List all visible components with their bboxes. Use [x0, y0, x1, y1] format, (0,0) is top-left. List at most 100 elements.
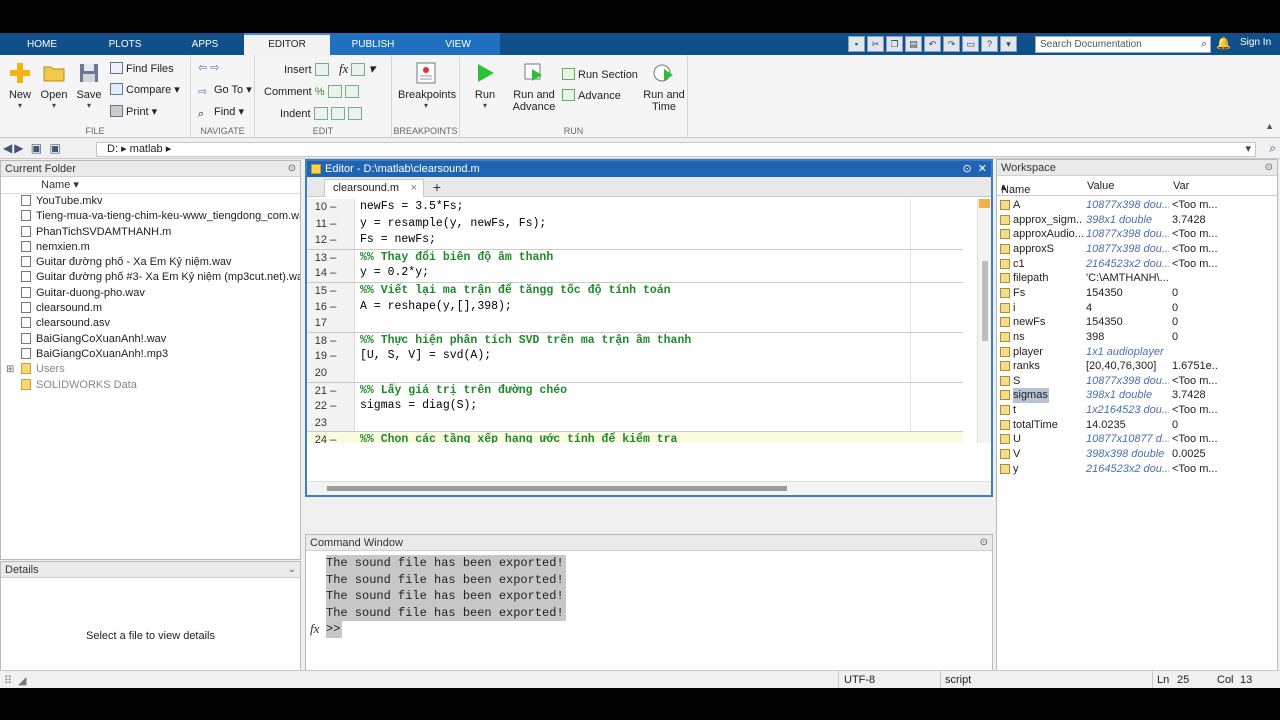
breakpoint-marker[interactable]: –: [330, 283, 336, 300]
workspace-row[interactable]: approxAudio... 10877x398 dou... <Too m...: [997, 227, 1277, 242]
editor-vertical-scrollbar[interactable]: [977, 199, 991, 443]
compare-button[interactable]: Compare ▾: [110, 83, 180, 96]
file-list-item[interactable]: BaiGiangCoXuanAnh!.mp3: [1, 347, 300, 362]
code-line[interactable]: 23: [307, 415, 963, 432]
redo-icon[interactable]: ↷: [943, 36, 960, 52]
code-line[interactable]: 22– sigmas = diag(S);: [307, 398, 963, 415]
status-dropdown-icon[interactable]: ◢: [18, 674, 26, 687]
workspace-row[interactable]: y 2164523x2 dou... <Too m...: [997, 462, 1277, 477]
file-list-item[interactable]: Tieng-mua-va-tieng-chim-keu-www_tiengdon…: [1, 209, 300, 224]
workspace-row[interactable]: filepath 'C:\AMTHANH\...: [997, 271, 1277, 286]
code-line[interactable]: 14– y = 0.2*y;: [307, 265, 963, 282]
code-line[interactable]: 20: [307, 365, 963, 382]
breakpoint-marker[interactable]: –: [330, 432, 336, 443]
collapse-ribbon-icon[interactable]: ▲: [1265, 121, 1274, 131]
new-button[interactable]: New ▾: [6, 61, 34, 110]
name-column-header[interactable]: Name ▾: [1, 177, 300, 194]
file-list-item[interactable]: BaiGiangCoXuanAnh!.wav: [1, 332, 300, 347]
options-icon[interactable]: ▾: [1000, 36, 1017, 52]
current-path-field[interactable]: D: ▸ matlab ▸ ▾: [96, 142, 1256, 157]
file-list-item[interactable]: nemxien.m: [1, 240, 300, 255]
file-list-item[interactable]: clearsound.m: [1, 301, 300, 316]
code-line[interactable]: 19– [U, S, V] = svd(A);: [307, 348, 963, 365]
editor-horizontal-scrollbar[interactable]: [307, 481, 991, 495]
insert-function-button[interactable]: fx ▾: [339, 61, 375, 77]
file-list-item[interactable]: clearsound.asv: [1, 316, 300, 331]
file-list-item[interactable]: YouTube.mkv: [1, 194, 300, 209]
find-button[interactable]: ⌕ Find ▾: [198, 105, 244, 120]
expand-folder-icon[interactable]: ⊞: [6, 362, 14, 377]
back-forward-arrows[interactable]: ⇦ ⇨: [198, 61, 220, 74]
tab-editor[interactable]: EDITOR: [244, 33, 330, 55]
workspace-row[interactable]: Fs 154350 0: [997, 286, 1277, 301]
search-icon[interactable]: ⌕: [1201, 38, 1207, 51]
breakpoint-marker[interactable]: –: [330, 383, 336, 400]
workspace-options-icon[interactable]: ⊙: [1265, 160, 1273, 176]
fx-icon[interactable]: fx: [310, 621, 319, 637]
breakpoint-marker[interactable]: –: [330, 250, 336, 267]
tab-apps[interactable]: APPS: [166, 33, 244, 55]
breakpoint-marker[interactable]: –: [330, 299, 336, 316]
workspace-row[interactable]: approxS 10877x398 dou... <Too m...: [997, 242, 1277, 257]
workspace-row[interactable]: player 1x1 audioplayer: [997, 345, 1277, 360]
workspace-row[interactable]: i 4 0: [997, 301, 1277, 316]
code-line[interactable]: 10– newFs = 3.5*Fs;: [307, 199, 963, 216]
workspace-row[interactable]: ns 398 0: [997, 330, 1277, 345]
value-column[interactable]: Value: [1087, 180, 1114, 192]
workspace-row[interactable]: S 10877x398 dou... <Too m...: [997, 374, 1277, 389]
code-line[interactable]: 13– %% Thay đổi biên độ âm thanh: [307, 248, 963, 267]
run-section-button[interactable]: Run Section: [562, 68, 638, 81]
workspace-row[interactable]: totalTime 14.0235 0: [997, 418, 1277, 433]
code-line[interactable]: 24– %% Chọn các tầng xếp hạng ước tính để…: [307, 431, 963, 443]
copy-icon[interactable]: ❐: [886, 36, 903, 52]
command-window-options-icon[interactable]: ⊙: [980, 535, 988, 551]
name-column[interactable]: Name ▴: [1001, 180, 1030, 196]
open-button[interactable]: Open ▾: [40, 61, 68, 110]
panel-options-icon[interactable]: ⊙: [288, 161, 296, 177]
tab-publish[interactable]: PUBLISH: [330, 33, 416, 55]
tab-plots[interactable]: PLOTS: [84, 33, 166, 55]
code-line[interactable]: 17: [307, 315, 963, 332]
workspace-row[interactable]: t 1x2164523 dou... <Too m...: [997, 403, 1277, 418]
notification-bell-icon[interactable]: 🔔: [1216, 36, 1231, 50]
code-line[interactable]: 11– y = resample(y, newFs, Fs);: [307, 216, 963, 233]
code-line[interactable]: 16– A = reshape(y,[],398);: [307, 299, 963, 316]
search-documentation-input[interactable]: Search Documentation ⌕: [1035, 36, 1211, 53]
code-line[interactable]: 15– %% Viết lại ma trận để tăngg tốc độ t…: [307, 282, 963, 299]
workspace-row[interactable]: approx_sigm... 398x1 double 3.7428: [997, 213, 1277, 228]
breakpoint-marker[interactable]: –: [330, 265, 336, 282]
workspace-row[interactable]: newFs 154350 0: [997, 315, 1277, 330]
path-folder[interactable]: matlab: [130, 143, 163, 155]
breakpoint-marker[interactable]: –: [330, 398, 336, 415]
workspace-row[interactable]: A 10877x398 dou... <Too m...: [997, 198, 1277, 213]
sign-in-link[interactable]: Sign In: [1240, 37, 1271, 48]
save-quick-icon[interactable]: ▪: [848, 36, 865, 52]
go-to-button[interactable]: ⇨ Go To ▾: [198, 83, 252, 98]
breakpoints-button[interactable]: Breakpoints ▾: [398, 61, 456, 110]
cut-icon[interactable]: ✂: [867, 36, 884, 52]
collapse-details-icon[interactable]: ⌄: [288, 562, 296, 578]
workspace-row[interactable]: sigmas 398x1 double 3.7428: [997, 388, 1277, 404]
file-list-item[interactable]: Guitar đường phố - Xa Em Kỷ niệm.wav: [1, 255, 300, 270]
var-column[interactable]: Var: [1173, 180, 1189, 192]
path-drive[interactable]: D:: [107, 143, 118, 155]
code-line[interactable]: 21– %% Lấy giá trị trên đường chéo: [307, 381, 963, 400]
workspace-row[interactable]: V 398x398 double 0.0025: [997, 447, 1277, 462]
workspace-row[interactable]: U 10877x10877 d... <Too m...: [997, 432, 1277, 447]
breakpoint-marker[interactable]: –: [330, 333, 336, 350]
switch-windows-icon[interactable]: ▭: [962, 36, 979, 52]
close-tab-icon[interactable]: ×: [411, 180, 417, 197]
comment-button[interactable]: Comment %: [264, 85, 359, 98]
print-button[interactable]: Print ▾: [110, 105, 157, 118]
folder-navigation-icons[interactable]: ◀▶ ▣ ▣: [3, 141, 63, 155]
save-button[interactable]: Save ▾: [76, 61, 102, 110]
code-line[interactable]: 18– %% Thực hiện phân tích SVD trên ma tr…: [307, 331, 963, 350]
file-list-item[interactable]: PhanTichSVDAMTHANH.m: [1, 225, 300, 240]
breakpoint-marker[interactable]: –: [330, 348, 336, 365]
undo-icon[interactable]: ↶: [924, 36, 941, 52]
help-icon[interactable]: ?: [981, 36, 998, 52]
run-and-time-button[interactable]: Run and Time: [642, 61, 686, 113]
path-dropdown-icon[interactable]: ▾: [1245, 143, 1251, 156]
search-folder-icon[interactable]: ⌕: [1269, 141, 1276, 156]
editor-window-controls[interactable]: ⊙ ✕: [962, 161, 987, 177]
